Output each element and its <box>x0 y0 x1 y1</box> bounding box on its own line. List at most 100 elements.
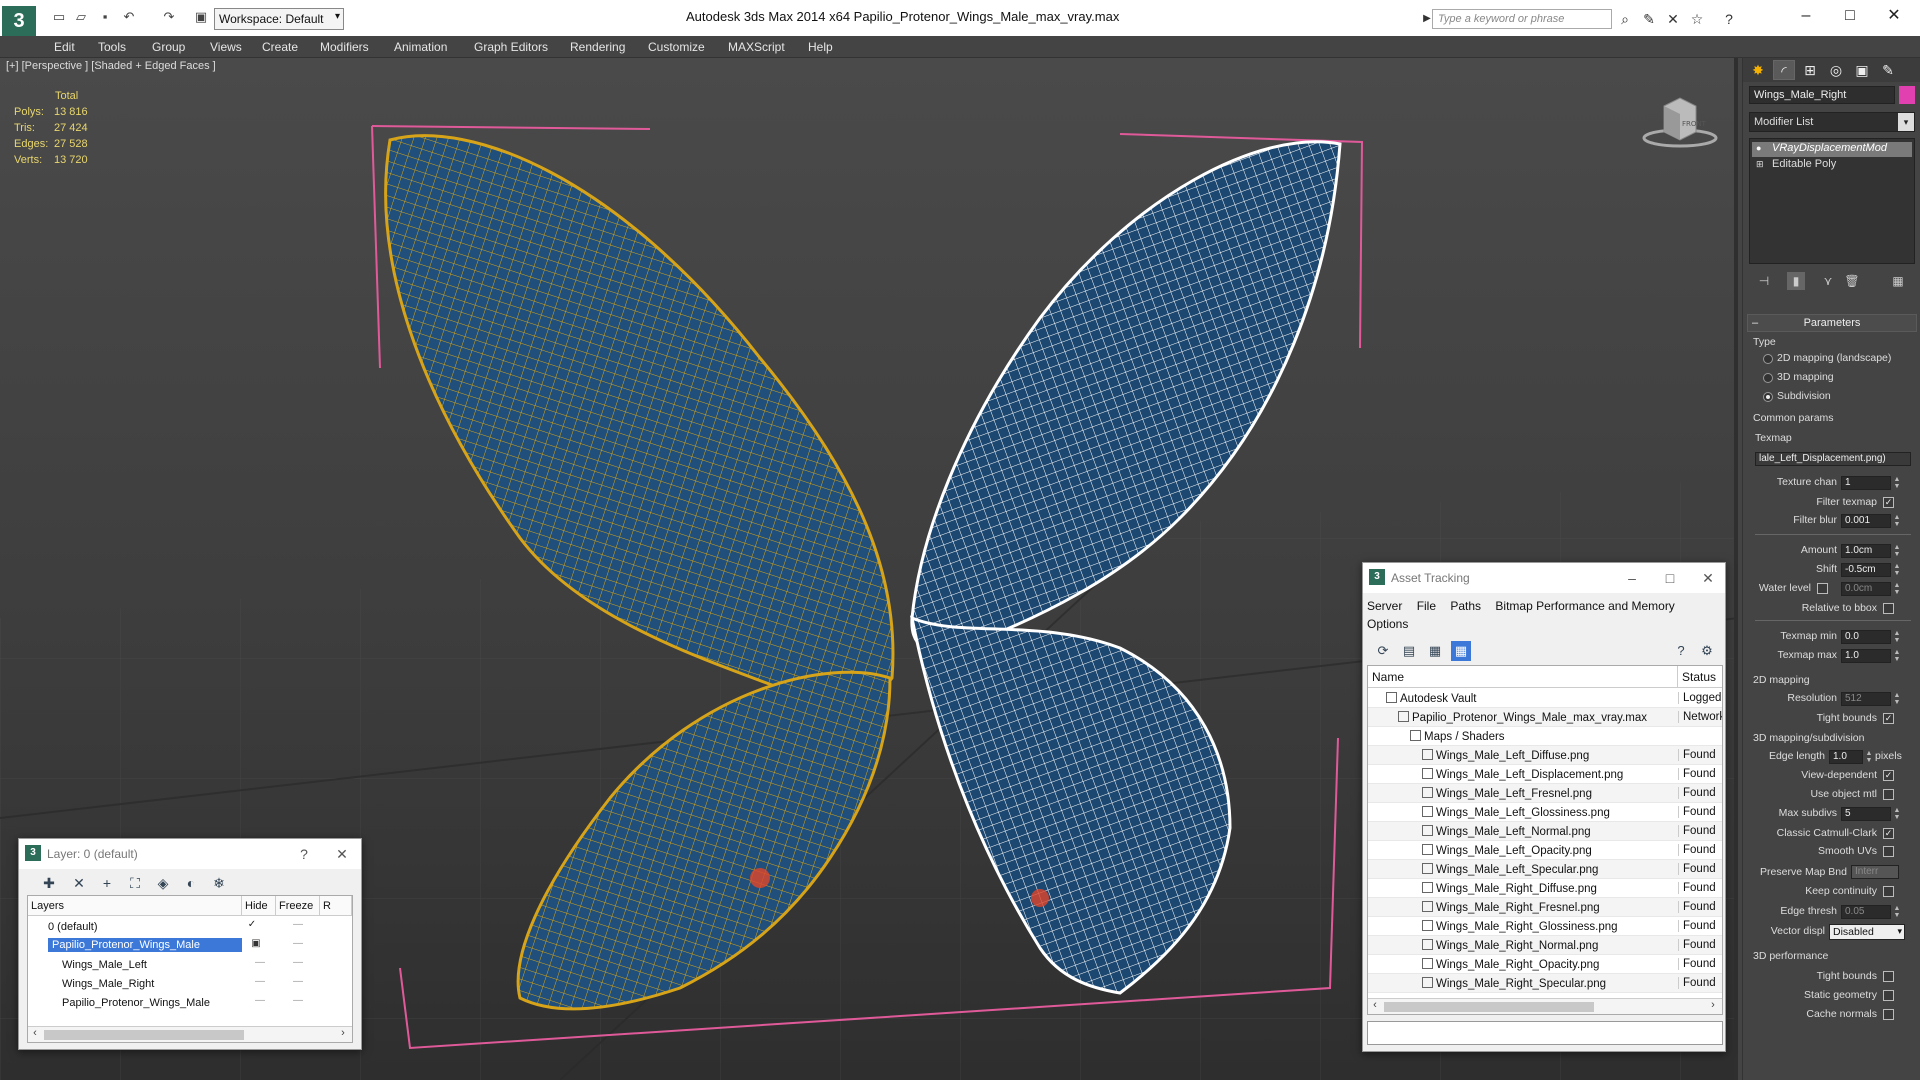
cache-normals-checkbox[interactable] <box>1883 1009 1894 1020</box>
resolution-field[interactable]: 512 <box>1841 692 1891 706</box>
table-view-icon[interactable]: ▦ <box>1451 641 1471 661</box>
scroll-right-icon[interactable]: › <box>1706 999 1720 1011</box>
amount-field[interactable]: 1.0cm <box>1841 544 1891 558</box>
horizontal-scrollbar[interactable]: ‹ › <box>28 1026 352 1042</box>
asset-row[interactable]: Wings_Male_Left_Normal.png Found <box>1368 822 1722 841</box>
layer-window[interactable]: 3 Layer: 0 (default) ? ✕ ✚ ✕ + ⛶ ◈ ◐ ❄ L… <box>18 838 362 1050</box>
utilities-tab-icon[interactable]: ✎ <box>1877 60 1899 80</box>
communication-icon[interactable]: ✕ <box>1664 10 1682 28</box>
water-level-checkbox[interactable] <box>1817 583 1828 594</box>
pin-stack-icon[interactable]: ⊣ <box>1755 272 1773 290</box>
shift-field[interactable]: -0.5cm <box>1841 563 1891 577</box>
new-file-icon[interactable]: ▭ <box>50 9 68 25</box>
freeze-toggle[interactable]: — <box>288 976 308 987</box>
spinner-icon[interactable]: ▲ ▼ <box>1893 649 1901 663</box>
texmap-min-field[interactable]: 0.0 <box>1841 630 1891 644</box>
maximize-button[interactable]: □ <box>1657 567 1683 589</box>
menu-group[interactable]: Group <box>152 40 185 54</box>
menu-customize[interactable]: Customize <box>648 40 705 54</box>
expand-icon[interactable]: ⊞ <box>1756 159 1764 170</box>
viewport-label[interactable]: [+] [Perspective ] [Shaded + Edged Faces… <box>6 60 216 72</box>
display-tab-icon[interactable]: ▣ <box>1851 60 1873 80</box>
layer-row-selected[interactable]: Papilio_Protenor_Wings_Male ▣ — <box>28 937 352 956</box>
hierarchy-tab-icon[interactable]: ⊞ <box>1799 60 1821 80</box>
menu-server[interactable]: Server <box>1367 599 1402 613</box>
menu-help[interactable]: Help <box>808 40 833 54</box>
tight-bounds-checkbox[interactable]: ✓ <box>1883 713 1894 724</box>
asset-row[interactable]: Wings_Male_Right_Fresnel.png Found <box>1368 898 1722 917</box>
edge-thresh-field[interactable]: 0.05 <box>1841 905 1891 919</box>
scroll-left-icon[interactable]: ‹ <box>1368 999 1382 1011</box>
project-folder-icon[interactable]: ▣ <box>192 9 210 25</box>
menu-create[interactable]: Create <box>262 40 298 54</box>
menu-views[interactable]: Views <box>210 40 242 54</box>
freeze-toggle[interactable]: — <box>288 919 308 930</box>
open-file-icon[interactable]: ▱ <box>72 9 90 25</box>
classic-catmull-checkbox[interactable]: ✓ <box>1883 828 1894 839</box>
freeze-toggle[interactable]: — <box>288 938 308 949</box>
layer-window-titlebar[interactable]: 3 Layer: 0 (default) ? ✕ <box>19 839 361 869</box>
menu-options[interactable]: Options <box>1367 617 1408 631</box>
freeze-toggle[interactable]: — <box>288 957 308 968</box>
show-end-result-icon[interactable]: ▮ <box>1787 272 1805 290</box>
list-view-icon[interactable]: ▤ <box>1399 641 1419 661</box>
asset-row[interactable]: Wings_Male_Right_Specular.png Found <box>1368 974 1722 993</box>
layer-row[interactable]: 0 (default) ✓ — <box>28 918 352 937</box>
thumbnail-view-icon[interactable]: ▦ <box>1425 641 1445 661</box>
texmap-max-field[interactable]: 1.0 <box>1841 649 1891 663</box>
scrollbar-thumb[interactable] <box>44 1030 244 1040</box>
configure-sets-icon[interactable]: ▦ <box>1889 272 1907 290</box>
menu-maxscript[interactable]: MAXScript <box>728 40 785 54</box>
layer-row[interactable]: Wings_Male_Left — — <box>28 956 352 975</box>
menu-edit[interactable]: Edit <box>54 40 75 54</box>
hide-toggle[interactable]: — <box>250 995 270 1006</box>
active-check-icon[interactable]: ✓ <box>242 919 262 930</box>
motion-tab-icon[interactable]: ◎ <box>1825 60 1847 80</box>
radio-3d-mapping[interactable] <box>1763 373 1773 383</box>
delete-layer-icon[interactable]: ✕ <box>69 873 89 893</box>
menu-animation[interactable]: Animation <box>394 40 447 54</box>
asset-row[interactable]: Wings_Male_Left_Opacity.png Found <box>1368 841 1722 860</box>
menu-rendering[interactable]: Rendering <box>570 40 625 54</box>
help-icon[interactable]: ? <box>1671 641 1691 661</box>
spinner-icon[interactable]: ▲ ▼ <box>1893 514 1901 528</box>
modify-tab-icon[interactable]: ◜ <box>1773 60 1795 80</box>
asset-row[interactable]: Wings_Male_Left_Diffuse.png Found <box>1368 746 1722 765</box>
edge-length-field[interactable]: 1.0 <box>1829 750 1863 764</box>
spinner-icon[interactable]: ▲ ▼ <box>1893 630 1901 644</box>
settings-icon[interactable]: ⚙ <box>1697 641 1717 661</box>
column-freeze[interactable]: Freeze <box>276 896 320 916</box>
asset-row[interactable]: Wings_Male_Right_Diffuse.png Found <box>1368 879 1722 898</box>
spinner-icon[interactable]: ▲ ▼ <box>1893 544 1901 558</box>
asset-row[interactable]: Wings_Male_Right_Opacity.png Found <box>1368 955 1722 974</box>
radio-2d-mapping[interactable] <box>1763 354 1773 364</box>
asset-tracking-window[interactable]: 3 Asset Tracking – □ ✕ Server File Paths… <box>1362 562 1726 1052</box>
save-file-icon[interactable]: ▪ <box>96 9 114 25</box>
layer-row[interactable]: Papilio_Protenor_Wings_Male — — <box>28 994 352 1013</box>
app-logo-icon[interactable]: 3 <box>2 6 36 36</box>
asset-row[interactable]: Wings_Male_Left_Specular.png Found <box>1368 860 1722 879</box>
close-button[interactable]: ✕ <box>329 843 355 865</box>
static-geometry-checkbox[interactable] <box>1883 990 1894 1001</box>
column-layers[interactable]: Layers <box>28 896 242 916</box>
menu-graph-editors[interactable]: Graph Editors <box>474 40 548 54</box>
spinner-icon[interactable]: ▲ ▼ <box>1893 563 1901 577</box>
stack-item-vraydisplacement[interactable]: ● VRayDisplacementMod <box>1752 142 1912 157</box>
minimize-button[interactable]: – <box>1619 567 1645 589</box>
filter-texmap-checkbox[interactable]: ✓ <box>1883 497 1894 508</box>
smooth-uvs-checkbox[interactable] <box>1883 846 1894 857</box>
spinner-icon[interactable]: ▲ ▼ <box>1865 750 1873 764</box>
asset-row[interactable]: Wings_Male_Left_Displacement.png Found <box>1368 765 1722 784</box>
make-unique-icon[interactable]: ⋎ <box>1819 272 1837 290</box>
menu-paths[interactable]: Paths <box>1450 599 1481 613</box>
scroll-left-icon[interactable]: ‹ <box>28 1027 42 1039</box>
hide-all-layers-icon[interactable]: ◐ <box>181 873 201 893</box>
help-button[interactable]: ? <box>291 843 317 865</box>
undo-icon[interactable]: ↶ <box>120 9 138 25</box>
refresh-icon[interactable]: ⟳ <box>1373 641 1393 661</box>
max-subdivs-field[interactable]: 5 <box>1841 807 1891 821</box>
menu-file[interactable]: File <box>1417 599 1436 613</box>
search-input[interactable]: Type a keyword or phrase <box>1432 9 1612 29</box>
column-status[interactable]: Status <box>1678 666 1722 688</box>
scrollbar-thumb[interactable] <box>1384 1002 1594 1012</box>
